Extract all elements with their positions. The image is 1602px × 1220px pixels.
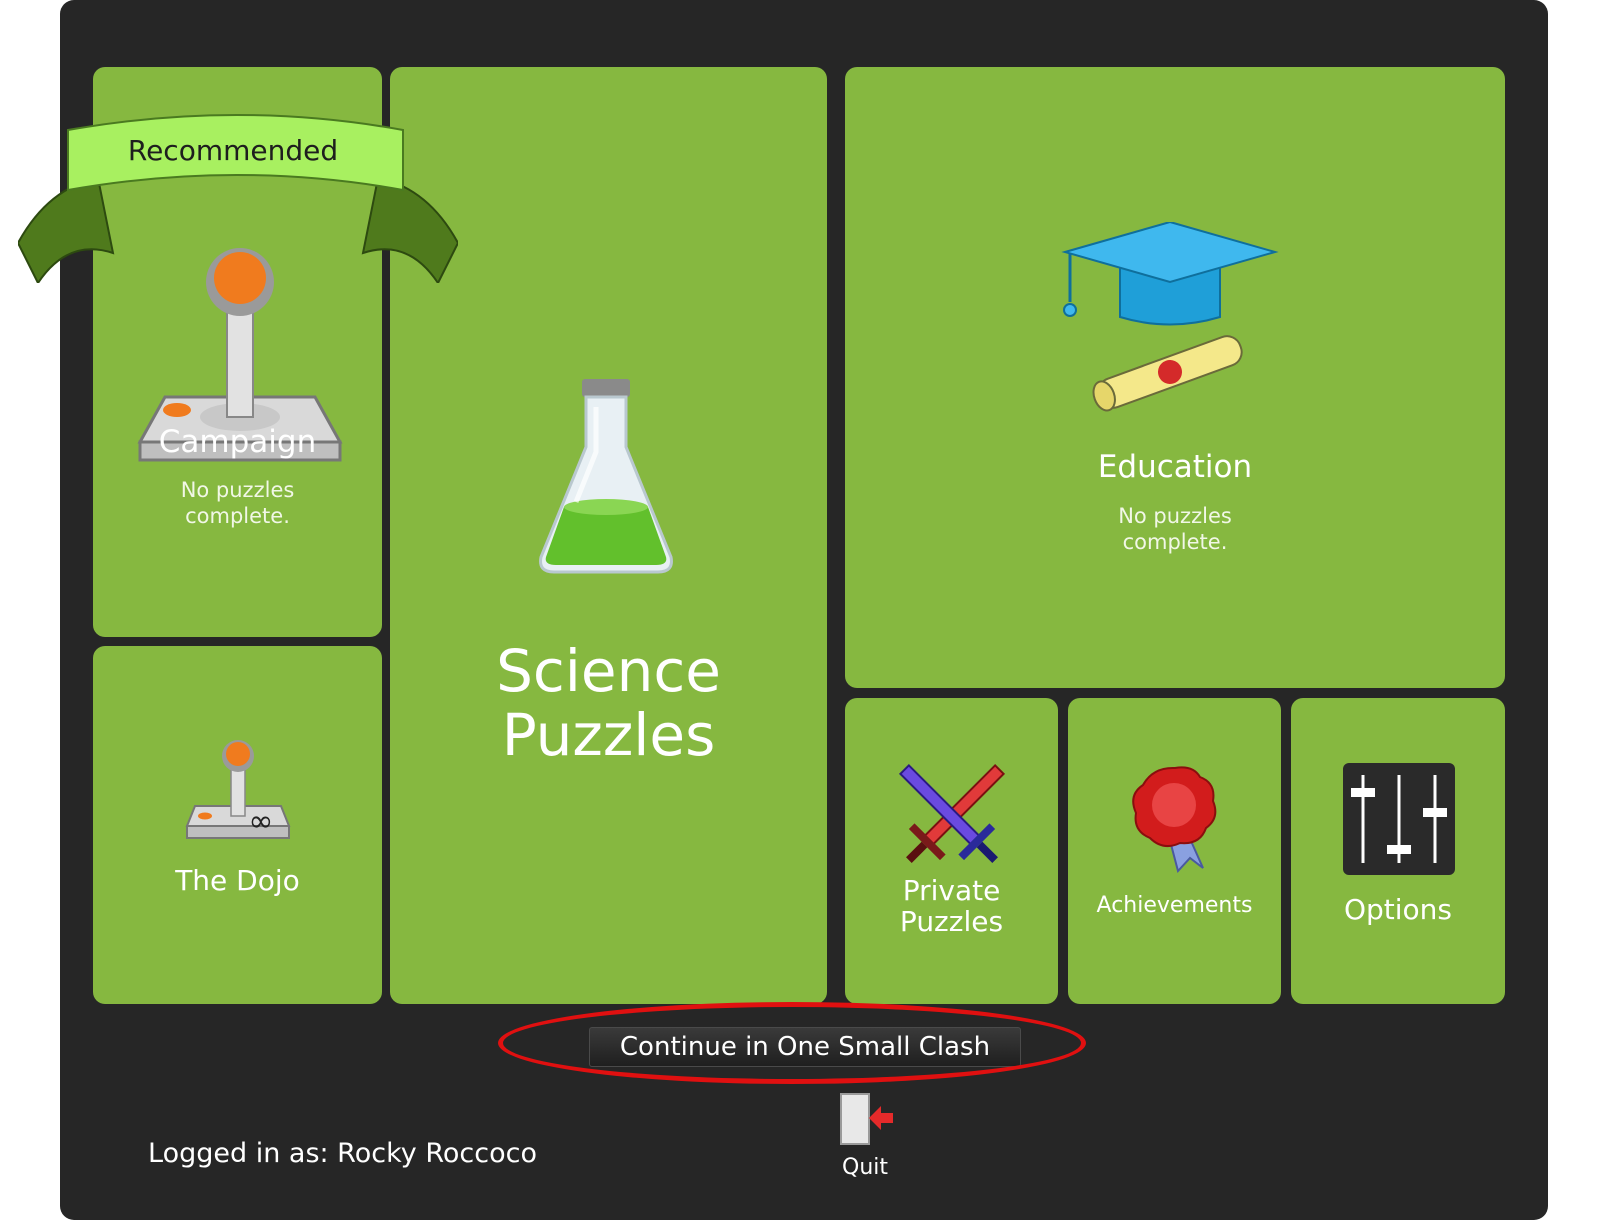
science-title-line1: Science	[496, 637, 721, 705]
campaign-status-line2: complete.	[185, 504, 290, 528]
achievements-tile[interactable]: Achievements	[1068, 698, 1281, 1004]
svg-text:∞: ∞	[249, 804, 274, 839]
private-title-line1: Private	[902, 874, 1001, 907]
sliders-icon	[1343, 763, 1455, 875]
education-title: Education	[1097, 449, 1253, 485]
quit-label: Quit	[842, 1155, 888, 1180]
education-tile[interactable]: Education No puzzles complete.	[845, 67, 1505, 688]
continue-button[interactable]: Continue in One Small Clash	[589, 1027, 1021, 1067]
education-status-line1: No puzzles	[1118, 504, 1232, 528]
logged-in-label: Logged in as: Rocky Roccoco	[148, 1138, 537, 1169]
education-status-line2: complete.	[1122, 530, 1228, 554]
private-title-line2: Puzzles	[899, 905, 1004, 938]
science-title-line2: Puzzles	[501, 701, 716, 769]
achievements-title: Achievements	[1096, 893, 1253, 918]
infinity-joystick-icon: ∞	[185, 740, 291, 839]
campaign-title: Campaign	[158, 424, 317, 460]
options-tile[interactable]: Options	[1291, 698, 1505, 1004]
recommended-ribbon: Recommended	[18, 114, 458, 283]
options-title: Options	[1343, 893, 1453, 926]
quit-button[interactable]: Quit	[825, 1092, 905, 1180]
flask-icon	[539, 379, 673, 574]
wax-seal-icon	[1132, 766, 1217, 873]
exit-door-icon	[840, 1093, 893, 1145]
graduation-cap-icon	[1061, 222, 1279, 412]
campaign-status-line1: No puzzles	[180, 478, 295, 502]
recommended-badge: Recommended	[128, 134, 338, 167]
dojo-title: The Dojo	[175, 864, 300, 897]
private-puzzles-tile[interactable]: Private Puzzles	[845, 698, 1058, 1004]
dojo-tile[interactable]: ∞ The Dojo	[93, 646, 382, 1004]
crossed-swords-icon	[898, 763, 1006, 863]
